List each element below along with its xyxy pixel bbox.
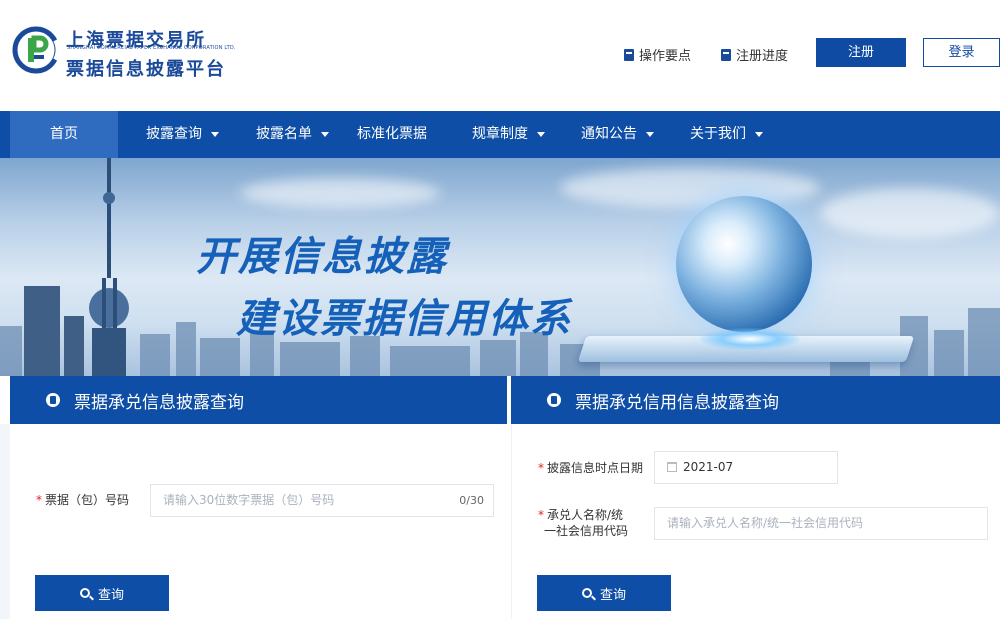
search-icon: [79, 588, 90, 598]
progress-link[interactable]: 注册进度: [721, 45, 788, 64]
nav-item-label: 关于我们: [690, 126, 746, 142]
acceptor-name-label: * 承兑人名称/统 一社会信用代码: [538, 507, 628, 539]
banner-slogan-line2: 建设票据信用体系: [236, 296, 572, 342]
document-icon: [46, 393, 60, 407]
login-button[interactable]: 登录: [923, 38, 1000, 67]
acceptance-query-button[interactable]: 查询: [35, 575, 169, 611]
nav-item-label: 通知公告: [581, 126, 637, 142]
logo-icon: [12, 26, 60, 74]
disclosure-date-label-text: 披露信息时点日期: [547, 461, 644, 475]
nav-item-label: 披露查询: [146, 126, 202, 142]
globe-glow-decoration: [700, 328, 800, 350]
nav-item-disclosure-query[interactable]: 披露查询: [146, 111, 219, 158]
cloud-decoration: [820, 188, 1000, 238]
chevron-down-icon: [755, 131, 763, 137]
left-gutter: [0, 424, 10, 619]
document-icon: [624, 48, 634, 61]
page: 上海票据交易所 SHANGHAI COMMERCIAL PAPER EXCHAN…: [0, 0, 1000, 619]
nav-item-notices[interactable]: 通知公告: [581, 111, 654, 158]
nav-item-regulations[interactable]: 规章制度: [472, 111, 545, 158]
hero-banner: 开展信息披露 建设票据信用体系: [0, 158, 1000, 376]
panel-title: 票据承兑信息披露查询: [74, 392, 244, 413]
required-marker: *: [36, 493, 42, 507]
char-counter: 0/30: [459, 494, 484, 507]
query-button-label: 查询: [97, 587, 124, 603]
chevron-down-icon: [646, 131, 654, 137]
chevron-down-icon: [211, 131, 219, 137]
tv-tower-image: [89, 158, 129, 376]
acceptance-query-panel-header: 票据承兑信息披露查询: [10, 376, 507, 424]
credit-query-button[interactable]: 查询: [537, 575, 671, 611]
disclosure-date-picker[interactable]: 2021-07: [654, 451, 838, 484]
acceptor-name-input[interactable]: 请输入承兑人名称/统一社会信用代码: [654, 507, 988, 540]
progress-icon: [721, 48, 731, 61]
progress-link-label: 注册进度: [736, 49, 789, 64]
chevron-down-icon: [321, 131, 329, 137]
main-nav: 首页 披露查询 披露名单 标准化票据 规章制度 通知公告 关于我们: [0, 111, 1000, 158]
document-icon: [547, 393, 561, 407]
calendar-icon: [667, 462, 677, 472]
acceptor-name-label-line1: 承兑人名称/统: [547, 508, 624, 522]
cloud-decoration: [240, 178, 440, 208]
required-marker: *: [538, 508, 544, 522]
nav-item-disclosure-list[interactable]: 披露名单: [256, 111, 329, 158]
globe-image: [676, 196, 812, 332]
bill-number-label: * 票据（包）号码: [36, 492, 129, 508]
nav-item-label: 规章制度: [472, 126, 528, 142]
banner-slogan-line1: 开展信息披露: [196, 234, 448, 280]
search-icon: [581, 588, 592, 598]
guide-link[interactable]: 操作要点: [624, 45, 691, 64]
query-button-label: 查询: [599, 587, 626, 603]
disclosure-date-value: 2021-07: [683, 460, 734, 474]
register-button[interactable]: 注册: [816, 38, 906, 67]
brand-name-en: SHANGHAI COMMERCIAL PAPER EXCHANGE CORPO…: [67, 45, 236, 51]
credit-query-panel-header: 票据承兑信用信息披露查询: [511, 376, 1000, 424]
bill-number-input[interactable]: 请输入30位数字票据（包）号码 0/30: [150, 484, 494, 517]
guide-link-label: 操作要点: [639, 49, 692, 64]
chevron-down-icon: [537, 131, 545, 137]
nav-item-label: 披露名单: [256, 126, 312, 142]
nav-item-label: 首页: [50, 126, 78, 142]
panel-title: 票据承兑信用信息披露查询: [575, 392, 779, 413]
disclosure-date-label: * 披露信息时点日期: [538, 460, 643, 476]
acceptor-name-placeholder: 请输入承兑人名称/统一社会信用代码: [667, 516, 864, 530]
nav-item-about[interactable]: 关于我们: [690, 111, 763, 158]
nav-item-home[interactable]: 首页: [10, 111, 118, 158]
bill-number-placeholder: 请输入30位数字票据（包）号码: [163, 493, 335, 507]
brand-subtitle: 票据信息披露平台: [66, 59, 226, 80]
nav-item-standard-bills[interactable]: 标准化票据: [357, 111, 427, 158]
header: 上海票据交易所 SHANGHAI COMMERCIAL PAPER EXCHAN…: [0, 0, 1000, 111]
bill-number-label-text: 票据（包）号码: [45, 493, 130, 507]
nav-item-label: 标准化票据: [357, 126, 427, 142]
cloud-decoration: [560, 168, 820, 208]
acceptor-name-label-line2: 一社会信用代码: [544, 524, 629, 538]
required-marker: *: [538, 461, 544, 475]
